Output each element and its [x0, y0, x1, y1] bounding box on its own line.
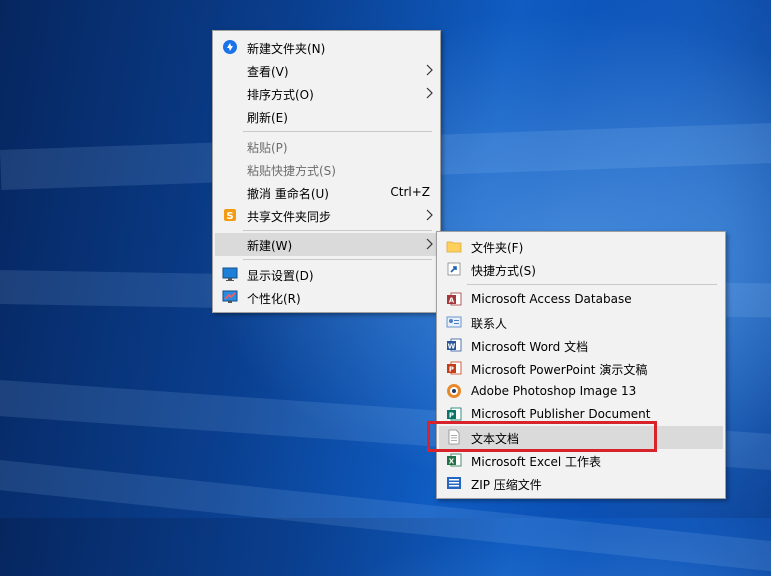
shared-folder-sync-icon: S	[224, 209, 236, 222]
menu-item-label: 共享文件夹同步	[247, 210, 332, 224]
submenu-item-label: 联系人	[471, 317, 508, 331]
access-icon: A	[447, 292, 462, 306]
svg-text:P: P	[449, 412, 454, 420]
submenu-item-label: Microsoft Publisher Document	[471, 407, 651, 421]
submenu-item-zip[interactable]: ZIP 压缩文件	[439, 472, 723, 495]
menu-item-undo-rename[interactable]: 撤消 重命名(U) Ctrl+Z	[215, 181, 438, 204]
menu-item-label: 粘贴快捷方式(S)	[247, 164, 336, 178]
submenu-item-folder[interactable]: 文件夹(F)	[439, 235, 723, 258]
submenu-item-label: 文件夹(F)	[471, 241, 524, 255]
zip-icon	[447, 477, 461, 489]
shortcut-text: Ctrl+Z	[390, 185, 430, 199]
personalize-icon	[222, 290, 238, 303]
new-folder-sync-icon	[223, 40, 237, 54]
publisher-icon: P	[447, 407, 462, 421]
menu-item-display-settings[interactable]: 显示设置(D)	[215, 263, 438, 286]
submenu-item-label: Microsoft Excel 工作表	[471, 455, 602, 469]
new-submenu: 文件夹(F) 快捷方式(S) A Microsoft Access Databa…	[436, 231, 726, 499]
menu-item-new[interactable]: 新建(W)	[215, 233, 438, 256]
submenu-item-label: Adobe Photoshop Image 13	[471, 384, 637, 398]
svg-text:S: S	[226, 211, 233, 222]
menu-item-label: 显示设置(D)	[247, 269, 314, 283]
word-icon: W	[447, 338, 462, 352]
menu-item-label: 查看(V)	[247, 65, 289, 79]
submenu-item-powerpoint[interactable]: P Microsoft PowerPoint 演示文稿	[439, 357, 723, 380]
powerpoint-icon: P	[447, 361, 462, 375]
svg-text:W: W	[448, 343, 456, 351]
svg-text:X: X	[449, 458, 455, 466]
menu-item-paste[interactable]: 粘贴(P)	[215, 135, 438, 158]
shortcut-icon	[447, 262, 461, 276]
svg-text:A: A	[449, 297, 455, 305]
menu-item-label: 排序方式(O)	[247, 88, 314, 102]
excel-icon: X	[447, 453, 462, 467]
menu-item-shared-folder-sync[interactable]: S 共享文件夹同步	[215, 204, 438, 227]
menu-item-label: 粘贴(P)	[247, 141, 288, 155]
contact-icon	[446, 316, 462, 328]
submenu-separator	[467, 284, 717, 285]
submenu-item-shortcut[interactable]: 快捷方式(S)	[439, 258, 723, 281]
menu-item-label: 新建文件夹(N)	[247, 42, 326, 56]
menu-item-paste-shortcut[interactable]: 粘贴快捷方式(S)	[215, 158, 438, 181]
menu-separator	[243, 259, 432, 260]
menu-item-new-folder[interactable]: 新建文件夹(N)	[215, 36, 438, 59]
submenu-item-label: Microsoft Access Database	[471, 292, 632, 306]
submenu-item-photoshop[interactable]: Adobe Photoshop Image 13	[439, 380, 723, 403]
desktop-context-menu: 新建文件夹(N) 查看(V) 排序方式(O) 刷新(E) 粘贴(P) 粘贴快捷方…	[212, 30, 441, 313]
menu-item-view[interactable]: 查看(V)	[215, 59, 438, 82]
chevron-right-icon	[426, 209, 433, 221]
folder-icon	[446, 241, 462, 253]
submenu-item-excel[interactable]: X Microsoft Excel 工作表	[439, 449, 723, 472]
menu-item-refresh[interactable]: 刷新(E)	[215, 105, 438, 128]
menu-item-sort[interactable]: 排序方式(O)	[215, 82, 438, 105]
submenu-item-label: ZIP 压缩文件	[471, 478, 542, 492]
submenu-item-contact[interactable]: 联系人	[439, 311, 723, 334]
submenu-item-word[interactable]: W Microsoft Word 文档	[439, 334, 723, 357]
chevron-right-icon	[426, 87, 433, 99]
chevron-right-icon	[426, 64, 433, 76]
display-settings-icon	[222, 267, 238, 281]
menu-item-label: 个性化(R)	[247, 292, 301, 306]
menu-separator	[243, 230, 432, 231]
submenu-item-label: 快捷方式(S)	[471, 264, 536, 278]
submenu-item-label: Microsoft PowerPoint 演示文稿	[471, 363, 648, 377]
svg-text:P: P	[449, 366, 454, 374]
chevron-right-icon	[426, 238, 433, 250]
submenu-item-label: Microsoft Word 文档	[471, 340, 589, 354]
menu-item-personalize[interactable]: 个性化(R)	[215, 286, 438, 309]
menu-item-label: 刷新(E)	[247, 111, 288, 125]
annotation-highlight-box	[427, 421, 657, 452]
menu-item-label: 新建(W)	[247, 239, 293, 253]
menu-item-label: 撤消 重命名(U)	[247, 187, 329, 201]
photoshop-icon	[447, 384, 461, 398]
submenu-item-access[interactable]: A Microsoft Access Database	[439, 288, 723, 311]
menu-separator	[243, 131, 432, 132]
